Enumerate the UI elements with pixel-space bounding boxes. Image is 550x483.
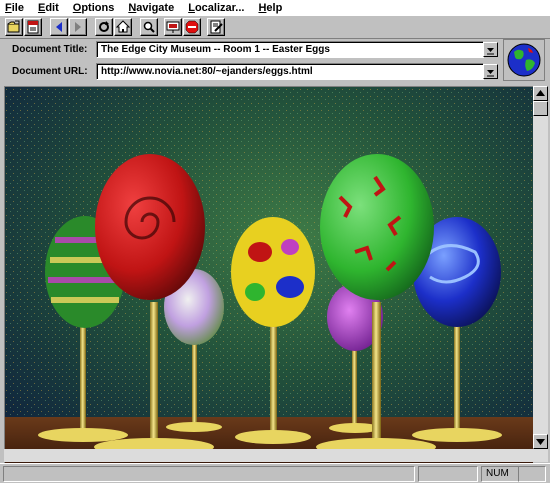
page-edit-icon — [210, 20, 223, 34]
stop-icon — [185, 20, 199, 34]
stop-button[interactable] — [183, 18, 201, 36]
scroll-up-button[interactable] — [533, 86, 548, 101]
reload-icon — [99, 21, 109, 32]
back-arrow-icon — [56, 22, 62, 32]
menu-options-label: ptions — [81, 1, 115, 14]
vertical-scrollbar[interactable] — [533, 86, 548, 462]
dropdown-arrow-icon — [487, 70, 494, 77]
easter-eggs-image — [5, 87, 533, 463]
open-file-button[interactable] — [5, 18, 23, 36]
menu-edit-label: dit — [45, 1, 59, 14]
document-url-dropdown-button[interactable] — [483, 64, 498, 79]
hotlist-button[interactable] — [164, 18, 182, 36]
status-bar: NUM — [0, 463, 550, 483]
home-button[interactable] — [114, 18, 132, 36]
search-button[interactable] — [140, 18, 158, 36]
menu-localizar[interactable]: Localizar... — [188, 2, 244, 14]
horizontal-scrollbar[interactable] — [4, 449, 533, 462]
document-title-dropdown-button[interactable] — [483, 42, 498, 57]
page-edit-button[interactable] — [207, 18, 225, 36]
document-url-field[interactable]: http://www.novia.net:80/~ejanders/eggs.h… — [96, 63, 484, 80]
menu-help[interactable]: Help — [258, 2, 282, 14]
search-magnifier-icon — [143, 21, 155, 33]
menu-navigate[interactable]: Navigate — [128, 2, 174, 14]
menu-navigate-label: avigate — [136, 1, 175, 14]
document-title-row: Document Title: The Edge City Museum -- … — [0, 41, 500, 59]
status-indicator-panel — [418, 466, 478, 482]
scroll-up-arrow-icon — [536, 90, 545, 96]
menu-help-label: elp — [266, 1, 283, 14]
home-icon — [116, 20, 130, 33]
forward-button[interactable] — [69, 18, 87, 36]
forward-arrow-icon — [75, 22, 81, 32]
globe-icon — [507, 43, 541, 77]
save-document-button[interactable] — [24, 18, 42, 36]
save-document-icon — [27, 20, 39, 34]
spotted-egg — [231, 217, 315, 327]
num-lock-indicator: NUM — [481, 466, 519, 482]
toolbar — [0, 15, 550, 39]
document-url-row: Document URL: http://www.novia.net:80/~e… — [0, 63, 500, 81]
menu-localizar-label: ocalizar... — [194, 1, 245, 14]
green-squiggle-egg — [320, 154, 434, 300]
red-swirl-egg — [95, 154, 205, 300]
menu-bar: File Edit Options Navigate Localizar... … — [0, 0, 550, 15]
document-url-label: Document URL: — [12, 66, 88, 77]
page-content-view — [4, 86, 533, 463]
globe-logo — [503, 39, 545, 81]
open-file-icon — [7, 20, 20, 33]
menu-file[interactable]: File — [5, 2, 24, 14]
scroll-down-button[interactable] — [533, 434, 548, 449]
status-extra-panel — [518, 466, 546, 482]
back-button[interactable] — [50, 18, 68, 36]
menu-options[interactable]: Options — [73, 2, 115, 14]
reload-button[interactable] — [95, 18, 113, 36]
vertical-scroll-thumb[interactable] — [533, 101, 548, 116]
document-title-field[interactable]: The Edge City Museum -- Room 1 -- Easter… — [96, 41, 484, 58]
document-title-label: Document Title: — [12, 44, 88, 55]
menu-file-label: ile — [11, 1, 24, 14]
menu-edit[interactable]: Edit — [38, 2, 59, 14]
scroll-down-arrow-icon — [536, 439, 545, 445]
dropdown-arrow-icon — [487, 48, 494, 55]
hotlist-icon — [166, 21, 180, 33]
menu-file-key: F — [5, 1, 12, 14]
menu-localizar-key: L — [188, 1, 195, 14]
status-message-panel — [3, 466, 415, 482]
